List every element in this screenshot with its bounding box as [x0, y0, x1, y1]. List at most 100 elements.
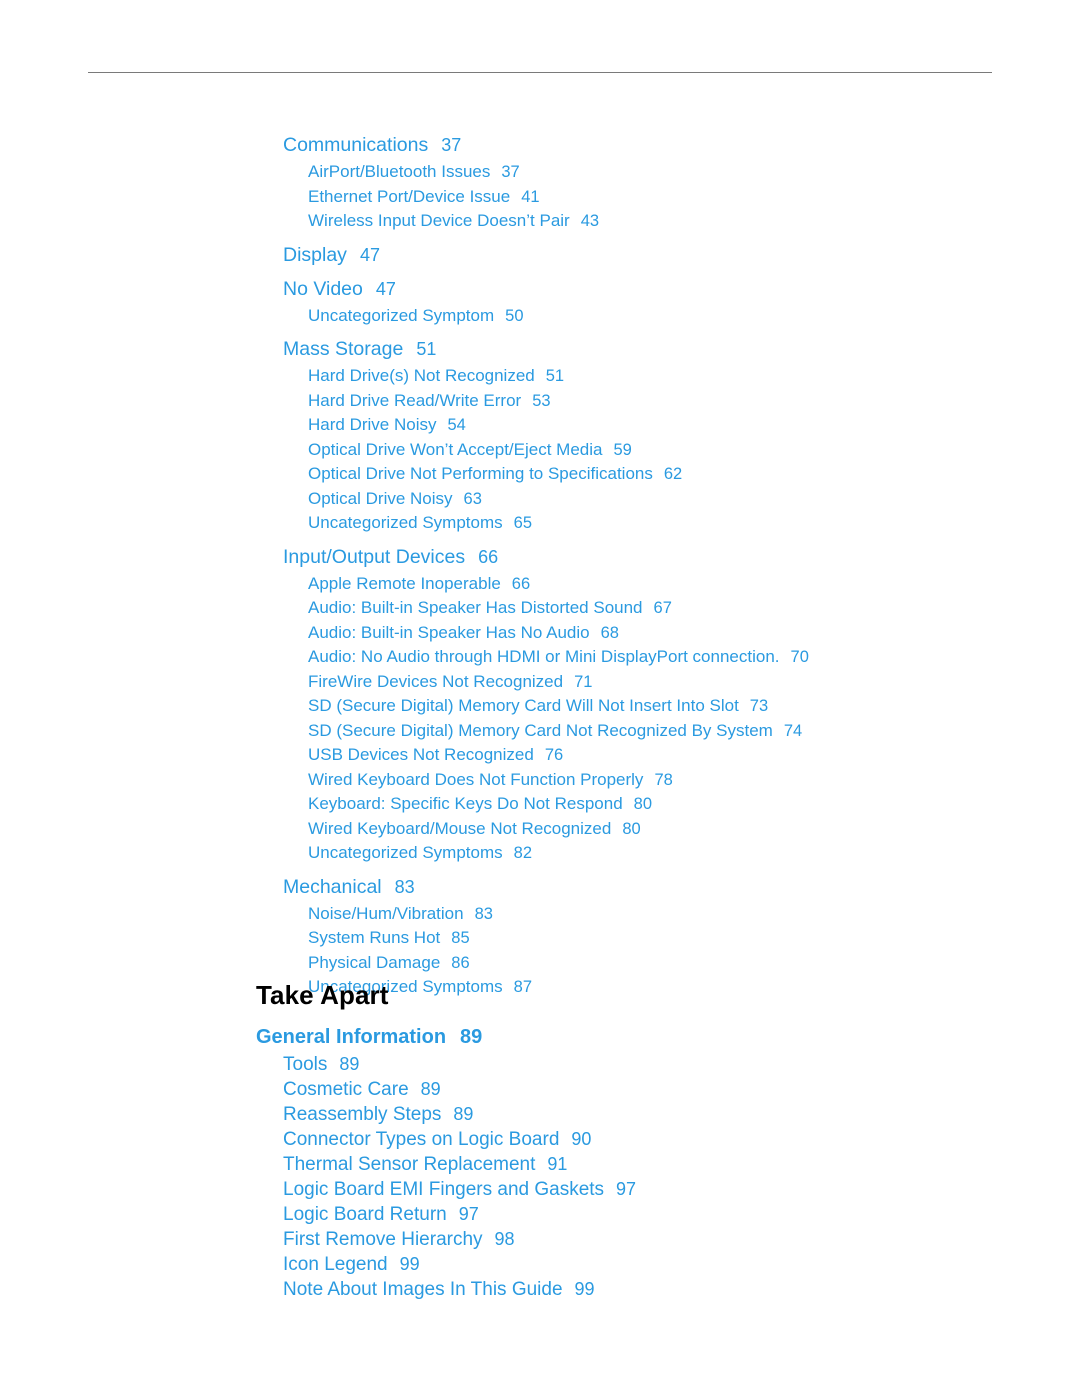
toc-entry[interactable]: Uncategorized Symptom 50	[0, 304, 1080, 329]
take-apart-entry[interactable]: Logic Board Return 97	[0, 1202, 1080, 1227]
document-page: Communications 37 AirPort/Bluetooth Issues…	[0, 0, 1080, 1397]
toc-entry-page: 51	[416, 339, 437, 359]
toc-entry-label: Noise/Hum/Vibration	[308, 903, 464, 923]
toc-entry[interactable]: FireWire Devices Not Recognized 71	[0, 670, 1080, 695]
toc-entry[interactable]: Noise/Hum/Vibration 83	[0, 902, 1080, 927]
toc-entry[interactable]: No Video 47	[0, 277, 1080, 302]
toc-entry[interactable]: Uncategorized Symptoms 82	[0, 841, 1080, 866]
toc-entry-label: Physical Damage	[308, 952, 441, 972]
toc-entry[interactable]: Mass Storage 51	[0, 337, 1080, 362]
toc-entry[interactable]: Apple Remote Inoperable 66	[0, 572, 1080, 597]
take-apart-entry-page: 89	[339, 1054, 360, 1074]
toc-entry-page: 65	[513, 514, 532, 532]
take-apart-entry-page: 90	[571, 1129, 592, 1149]
toc-entry[interactable]: Input/Output Devices 66	[0, 545, 1080, 570]
take-apart-entry-page: 91	[547, 1154, 568, 1174]
toc-entry-page: 74	[783, 721, 803, 740]
header-rule	[88, 72, 992, 73]
toc-entry[interactable]: Hard Drive(s) Not Recognized 51	[0, 364, 1080, 389]
take-apart-entry-page: 89	[420, 1079, 441, 1099]
toc-entry-page: 83	[474, 904, 493, 923]
toc-entry-page: 86	[451, 953, 470, 972]
toc-entry[interactable]: Mechanical 83	[0, 875, 1080, 900]
toc-entry[interactable]: Physical Damage 86	[0, 951, 1080, 976]
take-apart-entry[interactable]: First Remove Hierarchy 98	[0, 1227, 1080, 1252]
toc-entry[interactable]: Audio: Built-in Speaker Has Distorted So…	[0, 596, 1080, 621]
chapter-section-page: 89	[460, 1026, 483, 1048]
toc-entry-label: No Video	[283, 277, 363, 300]
toc-entry-label: Mechanical	[283, 875, 382, 898]
toc-entry[interactable]: Audio: No Audio through HDMI or Mini Dis…	[0, 645, 1080, 670]
take-apart-entry-label: Note About Images In This Guide	[283, 1279, 563, 1300]
toc-entry-page: 50	[505, 306, 524, 325]
toc-entry-label: SD (Secure Digital) Memory Card Will Not…	[308, 696, 739, 715]
toc-entry[interactable]: Uncategorized Symptoms 65	[0, 511, 1080, 536]
toc-entry[interactable]: Display 47	[0, 243, 1080, 268]
take-apart-entry-page: 97	[458, 1204, 479, 1224]
take-apart-entry-label: Logic Board Return	[283, 1204, 447, 1225]
toc-entry-page: 76	[544, 746, 564, 764]
toc-entry-label: AirPort/Bluetooth Issues	[308, 162, 491, 181]
toc-entry[interactable]: SD (Secure Digital) Memory Card Not Reco…	[0, 719, 1080, 744]
take-apart-entry[interactable]: Thermal Sensor Replacement 91	[0, 1152, 1080, 1177]
toc-entry-page: 41	[521, 187, 540, 206]
take-apart-entry-label: Logic Board EMI Fingers and Gaskets	[283, 1179, 605, 1200]
toc-entry-page: 43	[580, 212, 600, 230]
toc-entry-page: 80	[633, 795, 653, 813]
toc-entry[interactable]: SD (Secure Digital) Memory Card Will Not…	[0, 694, 1080, 719]
toc-entry[interactable]: System Runs Hot 85	[0, 926, 1080, 951]
toc-entry-label: Optical Drive Won’t Accept/Eject Media	[308, 439, 603, 459]
take-apart-entry-page: 99	[399, 1254, 420, 1274]
toc-entry-page: 51	[545, 367, 565, 385]
toc-entry-label: Apple Remote Inoperable	[308, 573, 501, 593]
toc-entry[interactable]: Communications 37	[0, 133, 1080, 158]
take-apart-entry-page: 97	[616, 1179, 637, 1199]
toc-entry-page: 53	[532, 391, 551, 410]
toc-entry-label: Input/Output Devices	[283, 545, 466, 568]
toc-entry-page: 70	[790, 648, 809, 666]
toc-entry[interactable]: Audio: Built-in Speaker Has No Audio 68	[0, 621, 1080, 646]
take-apart-entry[interactable]: Tools 89	[0, 1052, 1080, 1077]
toc-entry[interactable]: Optical Drive Won’t Accept/Eject Media 59	[0, 438, 1080, 463]
toc-entry-page: 85	[451, 929, 470, 947]
toc-entry-label: Audio: Built-in Speaker Has No Audio	[308, 622, 590, 642]
chapter-section-label: General Information	[256, 1026, 447, 1048]
toc-entry[interactable]: USB Devices Not Recognized 76	[0, 743, 1080, 768]
toc-entry-label: Hard Drive Noisy	[308, 415, 437, 434]
toc-entry-page: 66	[478, 546, 499, 567]
toc-entry[interactable]: Optical Drive Not Performing to Specific…	[0, 462, 1080, 487]
toc-entry[interactable]: Wired Keyboard Does Not Function Properl…	[0, 768, 1080, 793]
toc-entry-label: USB Devices Not Recognized	[308, 745, 534, 764]
toc-entry-label: Audio: No Audio through HDMI or Mini Dis…	[308, 647, 780, 666]
take-apart-entry[interactable]: Connector Types on Logic Board 90	[0, 1127, 1080, 1152]
toc-entry[interactable]: AirPort/Bluetooth Issues 37	[0, 160, 1080, 185]
toc-entry-page: 78	[654, 770, 673, 789]
toc-entry-label: Audio: Built-in Speaker Has Distorted So…	[308, 598, 643, 617]
toc-entry[interactable]: Keyboard: Specific Keys Do Not Respond 80	[0, 792, 1080, 817]
table-of-contents: Communications 37 AirPort/Bluetooth Issues…	[0, 124, 1080, 1000]
take-apart-entry-page: 89	[453, 1104, 474, 1124]
toc-entry[interactable]: Wireless Input Device Doesn’t Pair 43	[0, 209, 1080, 234]
toc-entry[interactable]: Optical Drive Noisy 63	[0, 487, 1080, 512]
toc-entry-label: Hard Drive Read/Write Error	[308, 390, 522, 410]
toc-entry[interactable]: Hard Drive Noisy 54	[0, 413, 1080, 438]
take-apart-entry[interactable]: Logic Board EMI Fingers and Gaskets 97	[0, 1177, 1080, 1202]
take-apart-entry[interactable]: Reassembly Steps 89	[0, 1102, 1080, 1127]
take-apart-entries: Tools 89 Cosmetic Care 89 Reassembly Steps 89…	[0, 1052, 1080, 1302]
toc-entry-page: 62	[663, 465, 683, 483]
toc-entry[interactable]: Uncategorized Symptoms 87	[0, 975, 1080, 1000]
take-apart-entry[interactable]: Icon Legend 99	[0, 1252, 1080, 1277]
take-apart-entry-label: Cosmetic Care	[283, 1079, 409, 1100]
toc-entry[interactable]: Wired Keyboard/Mouse Not Recognized 80	[0, 817, 1080, 842]
take-apart-entry-page: 99	[574, 1279, 595, 1299]
take-apart-entry-page: 98	[494, 1229, 515, 1249]
toc-entry[interactable]: Hard Drive Read/Write Error 53	[0, 389, 1080, 414]
toc-entry[interactable]: Ethernet Port/Device Issue 41	[0, 185, 1080, 210]
chapter-title: Take Apart	[256, 980, 389, 1010]
chapter-section-heading[interactable]: General Information 89	[256, 1026, 482, 1049]
take-apart-entry-label: Connector Types on Logic Board	[283, 1129, 560, 1150]
toc-entry-page: 80	[622, 819, 641, 838]
take-apart-entry[interactable]: Note About Images In This Guide 99	[0, 1277, 1080, 1302]
take-apart-entry[interactable]: Cosmetic Care 89	[0, 1077, 1080, 1102]
toc-entry-label: System Runs Hot	[308, 928, 441, 947]
